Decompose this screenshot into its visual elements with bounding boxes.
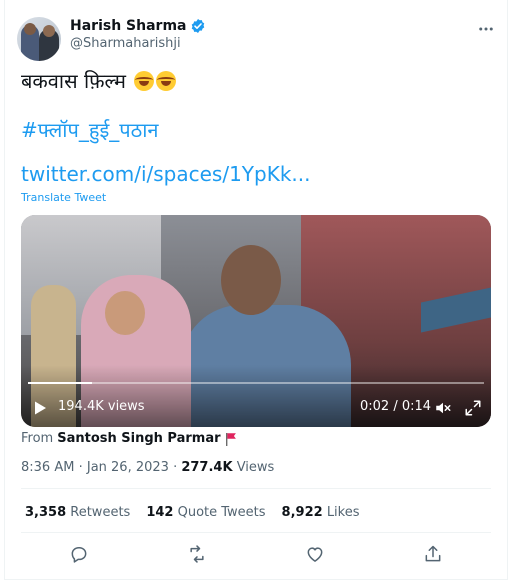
laughing-emoji-icon bbox=[156, 71, 177, 91]
likes-label: Likes bbox=[326, 505, 360, 520]
verified-badge-icon bbox=[192, 19, 205, 33]
engagement-stats: 3,358 Retweets 142 Quote Tweets 8,922 Li… bbox=[25, 505, 360, 520]
reply-icon[interactable] bbox=[69, 544, 89, 564]
play-icon[interactable] bbox=[32, 400, 48, 416]
likes-stat[interactable]: 8,922 Likes bbox=[282, 505, 360, 520]
video-progress-fill bbox=[28, 382, 92, 384]
divider bbox=[21, 488, 491, 489]
translate-tweet-link[interactable]: Translate Tweet bbox=[21, 191, 106, 204]
quote-tweets-label: Quote Tweets bbox=[177, 505, 266, 520]
tweet-actions bbox=[21, 544, 491, 568]
likes-count: 8,922 bbox=[281, 505, 323, 520]
source-name-link[interactable]: Santosh Singh Parmar bbox=[57, 431, 220, 446]
tweet-time[interactable]: 8:36 AM bbox=[21, 460, 74, 475]
retweets-count: 3,358 bbox=[25, 505, 67, 520]
meta-separator: · bbox=[78, 460, 83, 475]
hashtag-link[interactable]: #फ्लॉप_हुई_पठान bbox=[21, 116, 159, 143]
more-options-icon[interactable] bbox=[477, 20, 495, 38]
tweet-text-body: बकवास फ़िल्म bbox=[21, 69, 126, 93]
tweet-date[interactable]: Jan 26, 2023 bbox=[87, 460, 169, 475]
share-icon[interactable] bbox=[423, 544, 443, 564]
fullscreen-icon[interactable] bbox=[464, 399, 482, 417]
quote-tweets-stat[interactable]: 142 Quote Tweets bbox=[146, 505, 265, 520]
video-source-attribution: From Santosh Singh Parmar bbox=[21, 431, 237, 446]
quote-tweets-count: 142 bbox=[146, 505, 174, 520]
tweet-metadata: 8:36 AM · Jan 26, 2023 · 277.4K Views bbox=[21, 460, 274, 475]
red-flag-icon bbox=[225, 432, 236, 446]
tweet-text: बकवास फ़िल्म bbox=[21, 68, 177, 94]
video-player[interactable]: 194.4K views 0:02 / 0:14 bbox=[21, 215, 491, 427]
author-name-row[interactable]: Harish Sharma bbox=[70, 18, 206, 34]
author-handle[interactable]: @Sharmaharishji bbox=[70, 36, 181, 51]
retweets-label: Retweets bbox=[70, 505, 131, 520]
avatar[interactable] bbox=[17, 17, 61, 61]
meta-separator: · bbox=[173, 460, 178, 475]
retweet-icon[interactable] bbox=[187, 544, 207, 564]
video-progress-bar[interactable] bbox=[28, 382, 484, 384]
views-label: Views bbox=[236, 460, 275, 475]
views-count: 277.4K bbox=[181, 460, 233, 475]
laughing-emoji-icon bbox=[134, 71, 155, 91]
tweet-url-link[interactable]: twitter.com/i/spaces/1YpKk... bbox=[21, 162, 310, 186]
like-icon[interactable] bbox=[305, 544, 325, 564]
video-time: 0:02 / 0:14 bbox=[360, 399, 432, 414]
mute-icon[interactable] bbox=[434, 399, 452, 417]
retweets-stat[interactable]: 3,358 Retweets bbox=[25, 505, 130, 520]
source-prefix: From bbox=[21, 431, 54, 446]
video-views: 194.4K views bbox=[58, 399, 145, 414]
display-name[interactable]: Harish Sharma bbox=[70, 18, 186, 34]
divider bbox=[21, 532, 491, 533]
